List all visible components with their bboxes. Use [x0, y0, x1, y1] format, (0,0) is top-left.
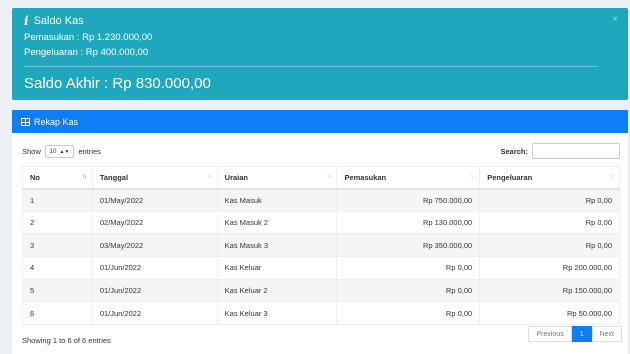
table-row: 5 01/Jun/2022 Kas Keluar 2 Rp 0,00 Rp 15…	[22, 278, 620, 303]
cell-no: 1	[22, 188, 93, 212]
cell-tanggal: 03/May/2022	[91, 233, 218, 258]
alert-title-text: Saldo Kas	[33, 15, 84, 27]
sort-asc-icon: ↑↓	[81, 174, 87, 181]
cell-pengeluaran: Rp 200.000,00	[479, 256, 620, 280]
search-control: Search:	[500, 143, 620, 159]
saldo-akhir: Saldo Akhir : Rp 830.000,00	[24, 75, 211, 92]
table-row: 4 01/Jun/2022 Kas Keluar Rp 0,00 Rp 200.…	[22, 256, 620, 280]
column-header-no[interactable]: No ↑↓	[22, 166, 93, 190]
sort-icon: ↑↓	[206, 174, 212, 181]
previous-button[interactable]: Previous	[528, 326, 572, 342]
panel-header: Rekap Kas	[12, 110, 628, 133]
cell-tanggal: 01/Jun/2022	[91, 256, 218, 280]
alert-title: i Saldo Kas	[24, 14, 616, 28]
cell-pemasukan: Rp 130.000,00	[336, 210, 481, 235]
page-size-select[interactable]: 10 ▲▼	[44, 145, 75, 158]
cell-tanggal: 02/May/2022	[91, 210, 218, 235]
cell-pengeluaran: Rp 0,00	[479, 188, 620, 212]
sort-icon: ↑↓	[326, 174, 331, 181]
column-header-pemasukan[interactable]: Pemasukan ↑↓	[336, 166, 481, 190]
pengeluaran-total: Pengeluaran : Rp 400.000,00	[24, 47, 149, 58]
column-header-pengeluaran[interactable]: Pengeluaran ↑↓	[479, 166, 620, 190]
cell-pengeluaran: Rp 150.000,00	[479, 278, 620, 303]
pemasukan-total: Pemasukan : Rp 1.230.000,00	[24, 32, 153, 43]
next-button[interactable]: Next	[591, 326, 622, 342]
table-row: 2 02/May/2022 Kas Masuk 2 Rp 130.000,00 …	[22, 210, 620, 235]
table-row: 1 01/May/2022 Kas Masuk Rp 750.000,00 Rp…	[22, 188, 620, 212]
info-icon: i	[24, 14, 29, 28]
page-length-control: Show 10 ▲▼ entries	[22, 145, 101, 158]
table-icon	[21, 117, 30, 126]
saldo-kas-alert: × i Saldo Kas Pemasukan : Rp 1.230.000,0…	[12, 8, 628, 100]
cell-uraian: Kas Keluar 2	[216, 278, 338, 303]
cell-pengeluaran: Rp 0,00	[479, 210, 620, 235]
cell-uraian: Kas Masuk 3	[216, 233, 338, 258]
search-label: Search:	[500, 146, 528, 156]
cell-uraian: Kas Keluar 3	[216, 301, 338, 326]
cell-pengeluaran: Rp 50.000,00	[479, 301, 620, 326]
column-header-uraian[interactable]: Uraian ↑↓	[216, 166, 338, 190]
column-header-tanggal[interactable]: Tanggal ↑↓	[91, 166, 218, 190]
cell-pengeluaran: Rp 0,00	[479, 233, 620, 258]
cell-no: 5	[22, 278, 93, 303]
cell-pemasukan: Rp 750.000,00	[336, 188, 481, 212]
pagination-controls: Previous 1 Next	[528, 326, 622, 342]
cell-no: 6	[22, 301, 93, 326]
rekap-kas-panel: Rekap Kas Show 10 ▲▼ entries Search: No ↑…	[12, 110, 628, 354]
sort-icon: ↑↓	[469, 174, 474, 181]
alert-divider	[24, 66, 598, 67]
close-icon[interactable]: ×	[612, 14, 618, 25]
cell-uraian: Kas Masuk 2	[216, 210, 338, 235]
sort-icon: ↑↓	[609, 174, 614, 181]
panel-title: Rekap Kas	[34, 116, 79, 127]
page-1-button[interactable]: 1	[571, 326, 592, 342]
cell-tanggal: 01/May/2022	[91, 188, 218, 212]
cell-no: 4	[22, 256, 93, 280]
cell-pemasukan: Rp 0,00	[336, 278, 481, 303]
show-label: Show	[22, 147, 41, 156]
rekap-kas-table: No ↑↓ Tanggal ↑↓ Uraian ↑↓ Pemasukan ↑↓ Peng…	[22, 166, 620, 326]
page-size-value: 10	[49, 148, 57, 155]
cell-pemasukan: Rp 350.000,00	[336, 233, 481, 258]
cell-tanggal: 01/Jun/2022	[91, 278, 218, 303]
cell-pemasukan: Rp 0,00	[336, 256, 481, 280]
cell-pemasukan: Rp 0,00	[336, 301, 481, 326]
cell-tanggal: 01/Jun/2022	[91, 301, 218, 326]
search-input[interactable]	[532, 143, 620, 159]
table-controls: Show 10 ▲▼ entries Search:	[12, 142, 628, 162]
cell-no: 3	[22, 233, 93, 258]
cell-uraian: Kas Keluar	[216, 256, 338, 280]
entries-label: entries	[78, 147, 101, 156]
cell-no: 2	[22, 210, 93, 235]
select-arrow-icon: ▲▼	[59, 148, 70, 155]
table-header-row: No ↑↓ Tanggal ↑↓ Uraian ↑↓ Pemasukan ↑↓ Peng…	[22, 166, 620, 190]
cell-uraian: Kas Masuk	[216, 188, 338, 212]
table-info: Showing 1 to 6 of 6 entries	[22, 336, 111, 345]
table-row: 3 03/May/2022 Kas Masuk 3 Rp 350.000,00 …	[22, 233, 620, 258]
table-row: 6 01/Jun/2022 Kas Keluar 3 Rp 0,00 Rp 50…	[22, 301, 620, 326]
